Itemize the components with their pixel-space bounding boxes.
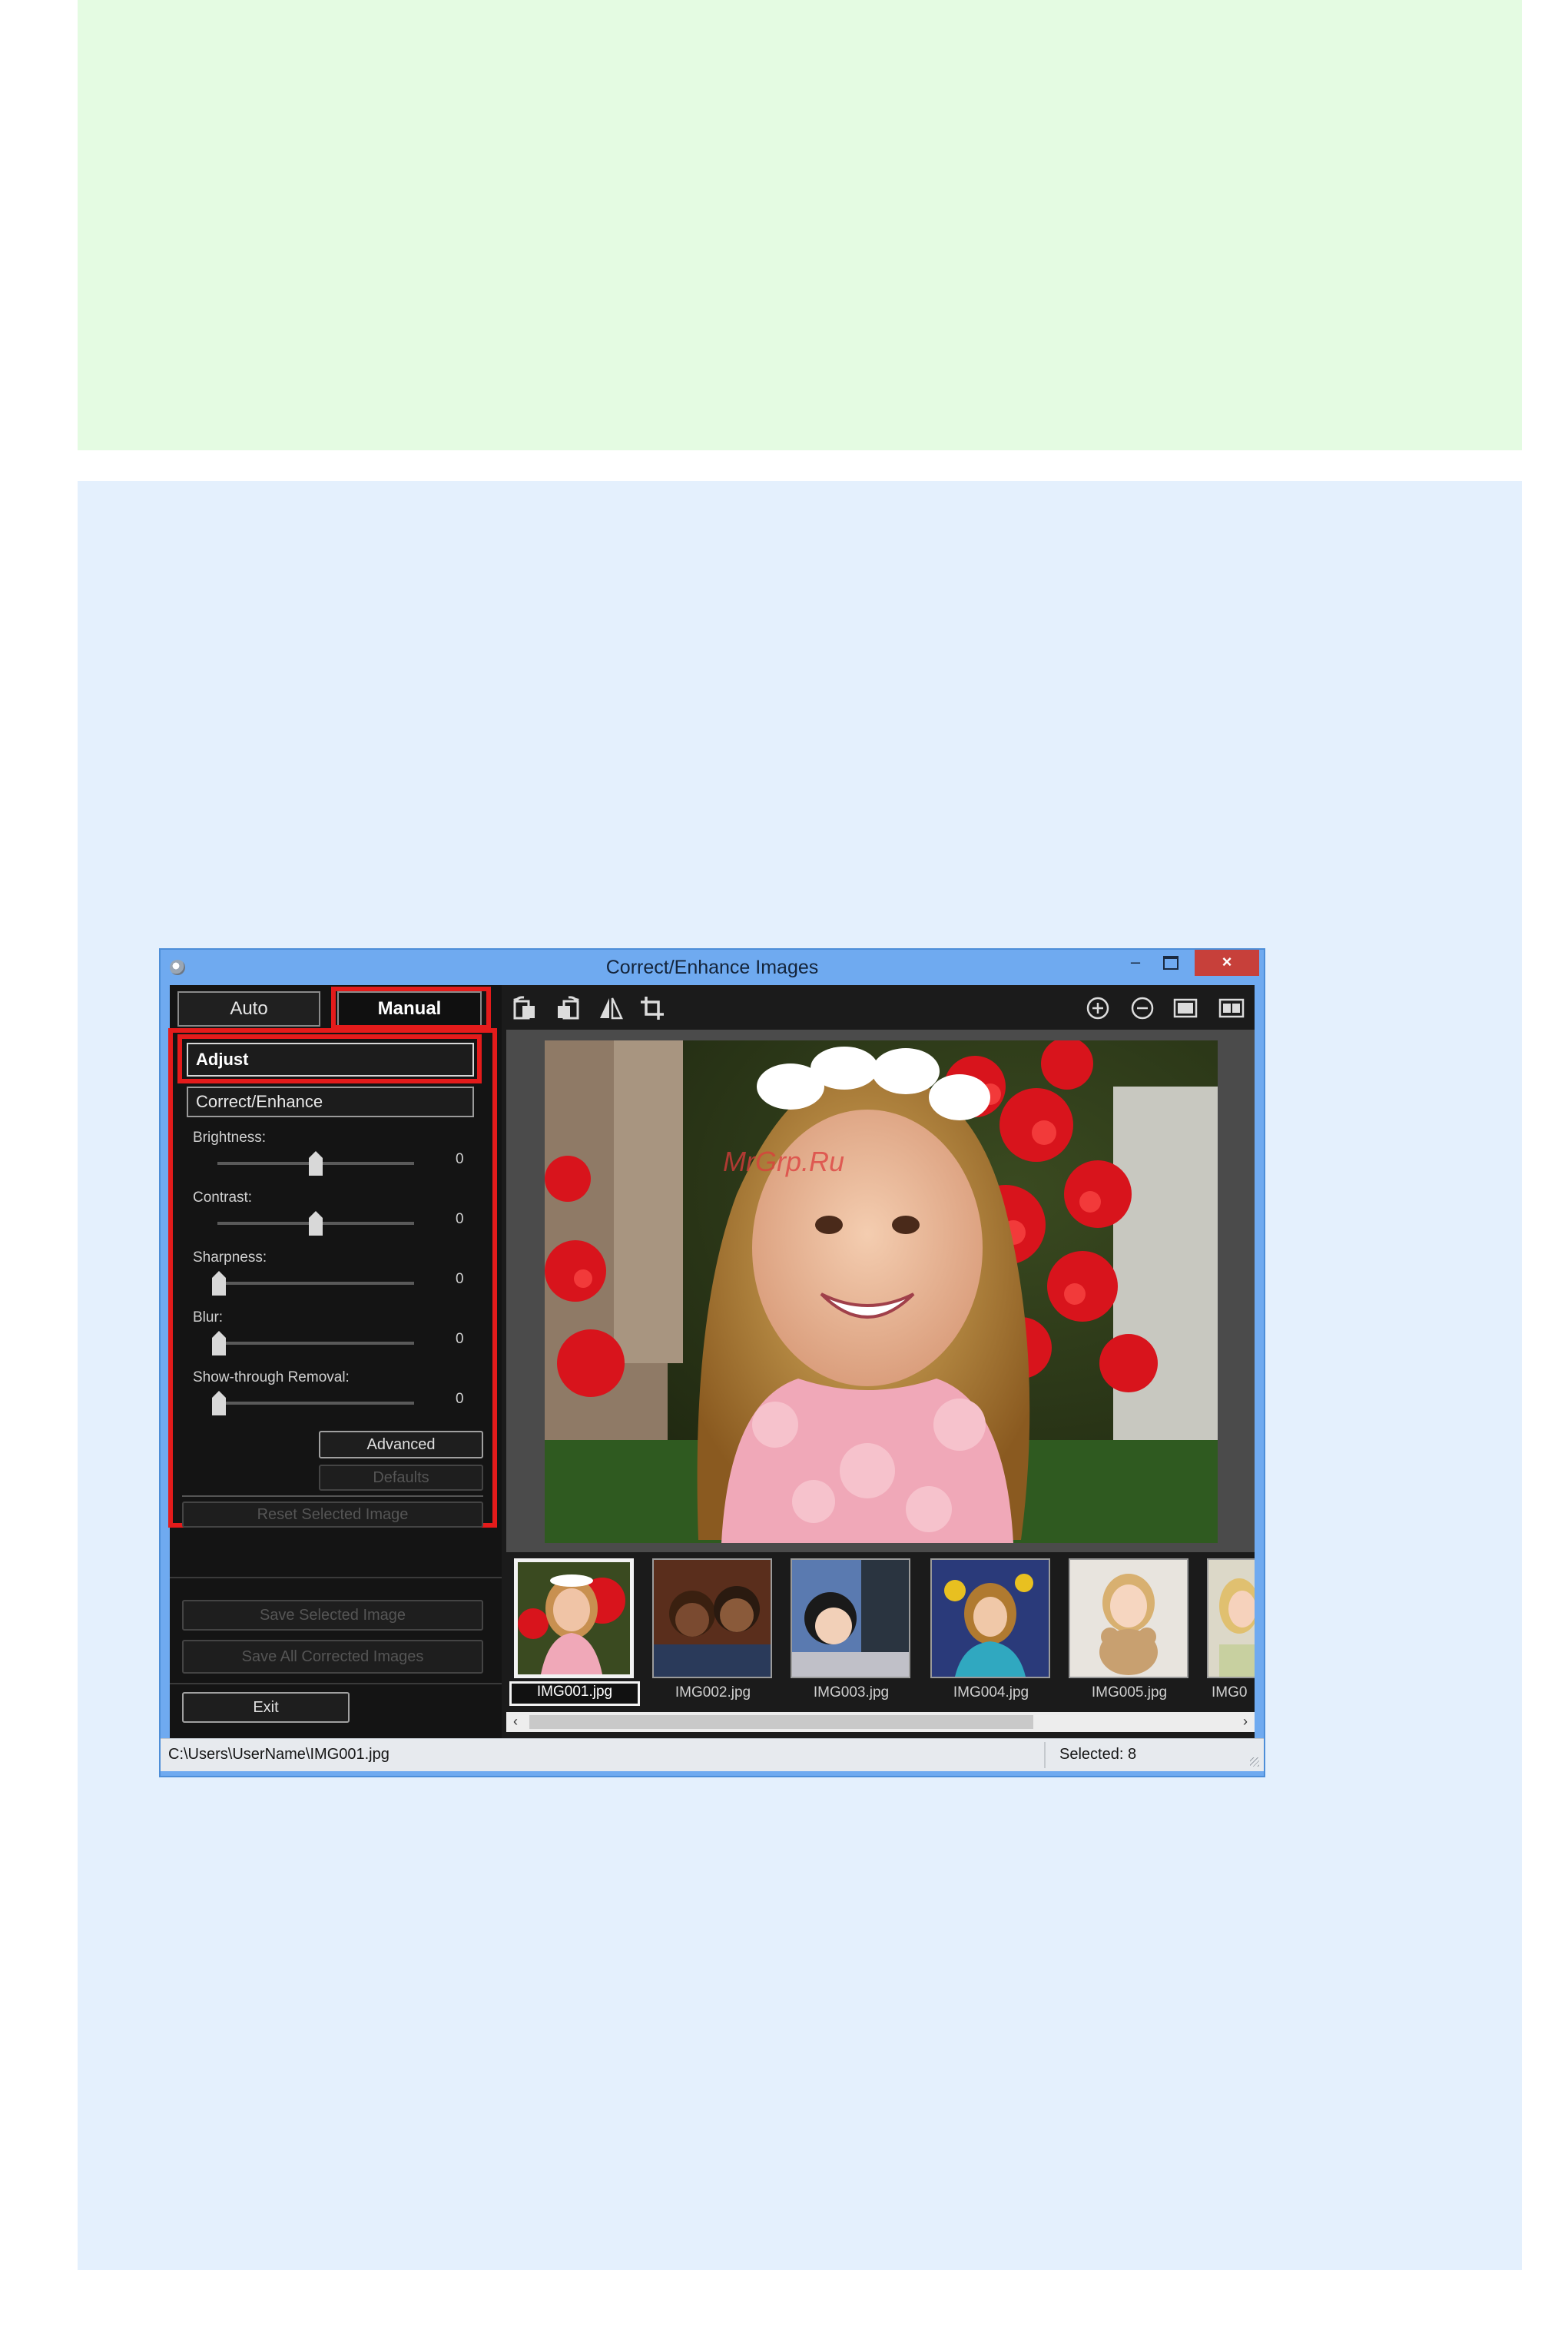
divider: [170, 1577, 502, 1578]
maximize-button[interactable]: [1153, 950, 1188, 976]
slider-label: Brightness:: [193, 1130, 267, 1146]
window-title: Correct/Enhance Images: [605, 957, 819, 978]
thumbnail[interactable]: [514, 1558, 634, 1678]
slider-track[interactable]: [217, 1282, 414, 1285]
divider: [182, 1495, 483, 1497]
thumbnail-image: [1208, 1560, 1255, 1677]
slider-track[interactable]: [217, 1342, 414, 1345]
thumbnail[interactable]: [791, 1558, 910, 1678]
tab-auto[interactable]: Auto: [177, 991, 320, 1027]
scroll-right-icon[interactable]: ›: [1236, 1712, 1255, 1732]
thumbnail[interactable]: [652, 1558, 772, 1678]
slider-value: 0: [456, 1331, 464, 1347]
client-area: Auto Manual Adjust Correct/Enhance Brigh…: [168, 985, 1255, 1738]
slider-value: 0: [456, 1391, 464, 1407]
thumbnail-caption: IMG001.jpg: [509, 1681, 640, 1706]
file-path: C:\Users\UserName\IMG001.jpg: [168, 1746, 390, 1763]
crop-icon[interactable]: [638, 994, 666, 1022]
slider-value: 0: [456, 1151, 464, 1167]
zoom-out-icon[interactable]: [1129, 994, 1156, 1022]
divider: [170, 1683, 502, 1684]
filmstrip: IMG001.jpg IMG002.jpg IMG003.jpg IMG004.…: [506, 1552, 1255, 1732]
status-bar: C:\Users\UserName\IMG001.jpg Selected: 8: [161, 1738, 1264, 1771]
slider-value: 0: [456, 1211, 464, 1227]
scroll-left-icon[interactable]: ‹: [506, 1712, 525, 1732]
adjust-header-highlight: [177, 1034, 482, 1083]
slider-label: Contrast:: [193, 1190, 253, 1206]
thumbnail[interactable]: [1069, 1558, 1188, 1678]
defaults-button[interactable]: Defaults: [319, 1465, 483, 1491]
close-button[interactable]: ×: [1195, 950, 1259, 976]
horizontal-scrollbar[interactable]: ‹ ›: [506, 1712, 1255, 1732]
thumbnail-caption: IMG0: [1212, 1684, 1248, 1701]
slider-value: 0: [456, 1271, 464, 1287]
slider-label: Sharpness:: [193, 1249, 267, 1266]
thumbnail-caption: IMG003.jpg: [813, 1684, 890, 1701]
zoom-in-icon[interactable]: [1084, 994, 1112, 1022]
girl-photo-image: MrGrp.Ru: [545, 1040, 1218, 1543]
rotate-right-icon[interactable]: [554, 994, 582, 1022]
thumbnail-image: [932, 1560, 1049, 1677]
manual-tab-highlight: [331, 987, 491, 1030]
thumbnail-image: [792, 1560, 909, 1677]
compare-icon[interactable]: [1218, 994, 1245, 1022]
thumbnail-image: [1070, 1560, 1187, 1677]
preview-photo[interactable]: MrGrp.Ru: [545, 1040, 1218, 1543]
full-screen-icon[interactable]: [1172, 994, 1199, 1022]
thumbnail-caption: IMG004.jpg: [953, 1684, 1029, 1701]
advanced-button[interactable]: Advanced: [319, 1431, 483, 1458]
maximize-icon: [1163, 956, 1178, 971]
resize-grip-icon[interactable]: [1250, 1757, 1259, 1767]
minimize-button[interactable]: –: [1118, 950, 1153, 976]
toolbar: [506, 985, 1255, 1030]
scrollbar-thumb[interactable]: [529, 1715, 1033, 1729]
watermark-text: MrGrp.Ru: [723, 1146, 844, 1177]
preview-area: MrGrp.Ru: [506, 1030, 1255, 1552]
selected-count: Selected: 8: [1059, 1746, 1137, 1763]
reset-selected-image-button[interactable]: Reset Selected Image: [182, 1501, 483, 1528]
thumbnail-image: [518, 1562, 630, 1674]
rotate-left-icon[interactable]: [511, 994, 539, 1022]
save-selected-image-button[interactable]: Save Selected Image: [182, 1600, 483, 1631]
flip-icon[interactable]: [597, 994, 625, 1022]
thumbnail-caption: IMG005.jpg: [1091, 1684, 1168, 1701]
slider-label: Show-through Removal:: [193, 1369, 350, 1385]
correct-enhance-window: Correct/Enhance Images – × Auto Manual A…: [159, 948, 1265, 1777]
title-bar: Correct/Enhance Images – ×: [161, 950, 1264, 985]
thumbnail-caption: IMG002.jpg: [675, 1684, 751, 1701]
slider-track[interactable]: [217, 1402, 414, 1405]
green-section: [78, 0, 1522, 450]
save-all-corrected-images-button[interactable]: Save All Corrected Images: [182, 1640, 483, 1674]
correct-enhance-section-header[interactable]: Correct/Enhance: [187, 1087, 474, 1117]
thumbnail[interactable]: [1207, 1558, 1255, 1678]
exit-button[interactable]: Exit: [182, 1692, 350, 1723]
thumbnail[interactable]: [930, 1558, 1050, 1678]
left-panel: Auto Manual Adjust Correct/Enhance Brigh…: [168, 985, 502, 1738]
thumbnail-image: [654, 1560, 771, 1677]
slider-label: Blur:: [193, 1309, 224, 1326]
status-separator: [1044, 1742, 1046, 1768]
